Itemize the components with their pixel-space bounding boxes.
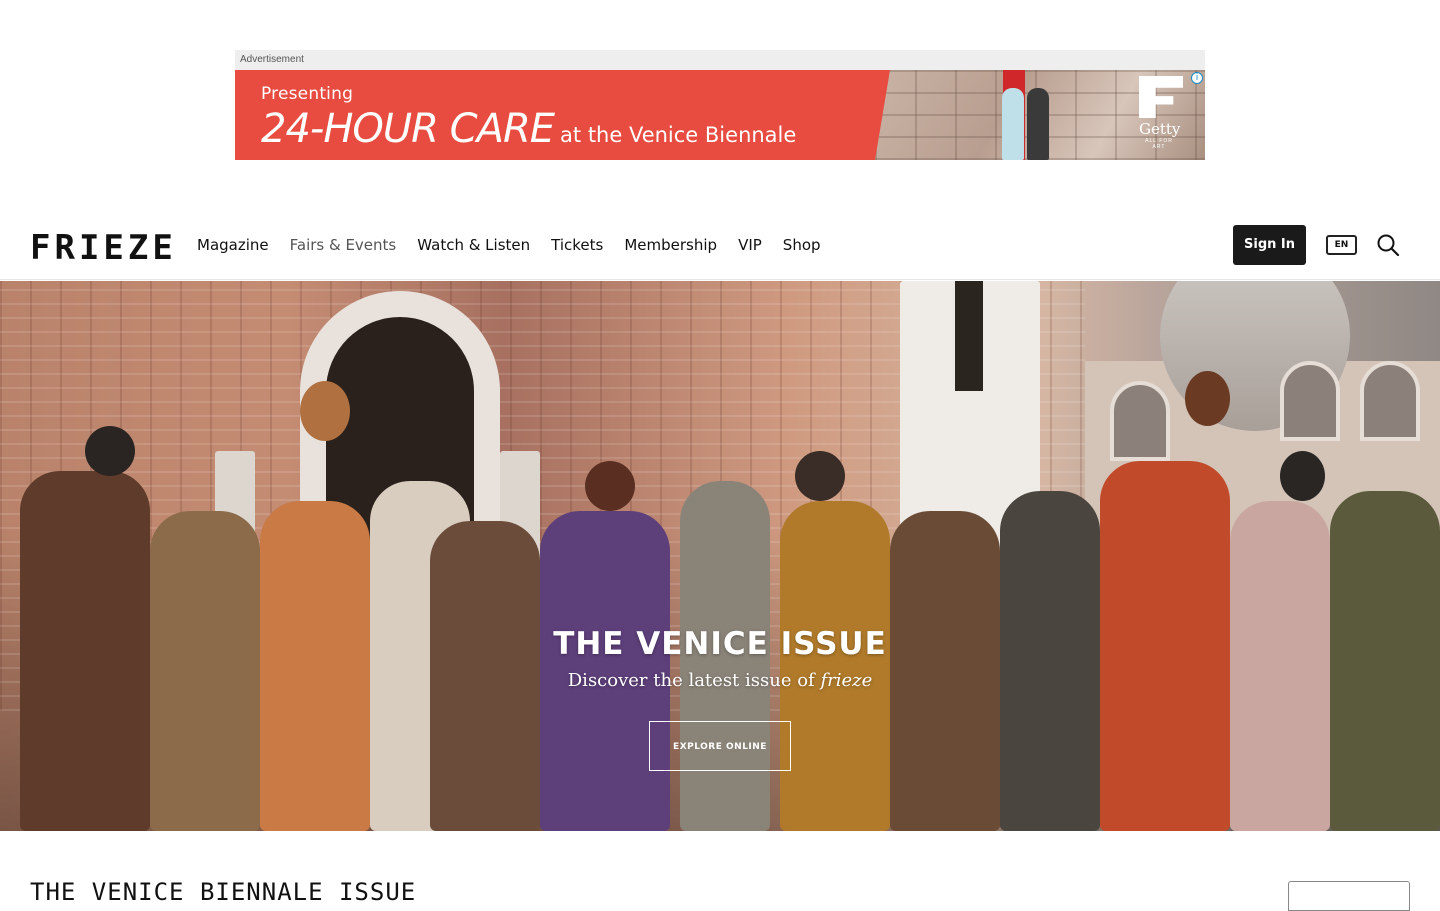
frieze-logo[interactable]: FRIEZE xyxy=(30,228,177,268)
ad-text: Presenting 24-HOUR CARE at the Venice Bie… xyxy=(261,84,796,152)
explore-online-button[interactable]: EXPLORE ONLINE xyxy=(649,721,791,771)
nav-item-watch-listen[interactable]: Watch & Listen xyxy=(417,236,530,254)
hero-title: THE VENICE ISSUE xyxy=(553,626,887,662)
info-icon[interactable]: i xyxy=(1191,72,1203,84)
language-selector[interactable]: EN xyxy=(1326,235,1357,255)
nav-item-fairs-events[interactable]: Fairs & Events xyxy=(290,236,397,254)
main-nav: Magazine Fairs & Events Watch & Listen T… xyxy=(197,236,821,254)
crowd-head xyxy=(300,381,350,441)
nav-item-membership[interactable]: Membership xyxy=(624,236,717,254)
ad-photo-figure xyxy=(1027,88,1049,160)
ad-banner[interactable]: Presenting 24-HOUR CARE at the Venice Bie… xyxy=(235,70,1205,160)
ad-photo-figure xyxy=(1002,88,1024,160)
nav-item-vip[interactable]: VIP xyxy=(738,236,762,254)
crowd-head xyxy=(795,451,845,501)
hero-window xyxy=(1110,381,1170,461)
section-title: THE VENICE BIENNALE ISSUE xyxy=(30,878,417,906)
hero-subtitle-italic: frieze xyxy=(820,670,873,691)
nav-item-tickets[interactable]: Tickets xyxy=(551,236,603,254)
getty-logo-name: Getty xyxy=(1139,120,1181,138)
hero-banner: THE VENICE ISSUE Discover the latest iss… xyxy=(0,281,1440,831)
advertisement[interactable]: Advertisement Presenting 24-HOUR CARE at … xyxy=(235,50,1205,160)
hero-window xyxy=(1360,361,1420,441)
hero-tower-window xyxy=(955,281,983,391)
nav-item-shop[interactable]: Shop xyxy=(783,236,821,254)
ad-headline-main: 24-HOUR CARE xyxy=(261,106,555,152)
crowd-head xyxy=(85,426,135,476)
getty-logo-tagline: ALL FOR ART xyxy=(1145,138,1173,150)
getty-logo: Getty ALL FOR ART xyxy=(1139,76,1183,150)
search-icon[interactable] xyxy=(1376,233,1400,257)
sign-in-button[interactable]: Sign In xyxy=(1233,225,1306,265)
nav-item-magazine[interactable]: Magazine xyxy=(197,236,269,254)
hero-text: THE VENICE ISSUE Discover the latest iss… xyxy=(0,626,1440,691)
site-header: FRIEZE Magazine Fairs & Events Watch & L… xyxy=(0,210,1440,280)
ad-label: Advertisement xyxy=(235,50,1205,70)
crowd-head xyxy=(585,461,635,511)
ad-headline: 24-HOUR CARE at the Venice Biennale xyxy=(261,106,796,152)
hero-subtitle: Discover the latest issue of frieze xyxy=(0,670,1440,691)
crowd-head xyxy=(1280,451,1325,501)
ad-headline-sub: at the Venice Biennale xyxy=(560,123,797,147)
section-action-button[interactable] xyxy=(1288,881,1410,911)
ad-presenting: Presenting xyxy=(261,84,354,104)
getty-logo-mark-icon xyxy=(1139,76,1183,118)
crowd-head xyxy=(1185,371,1230,426)
hero-subtitle-prefix: Discover the latest issue of xyxy=(567,670,821,691)
hero-window xyxy=(1280,361,1340,441)
